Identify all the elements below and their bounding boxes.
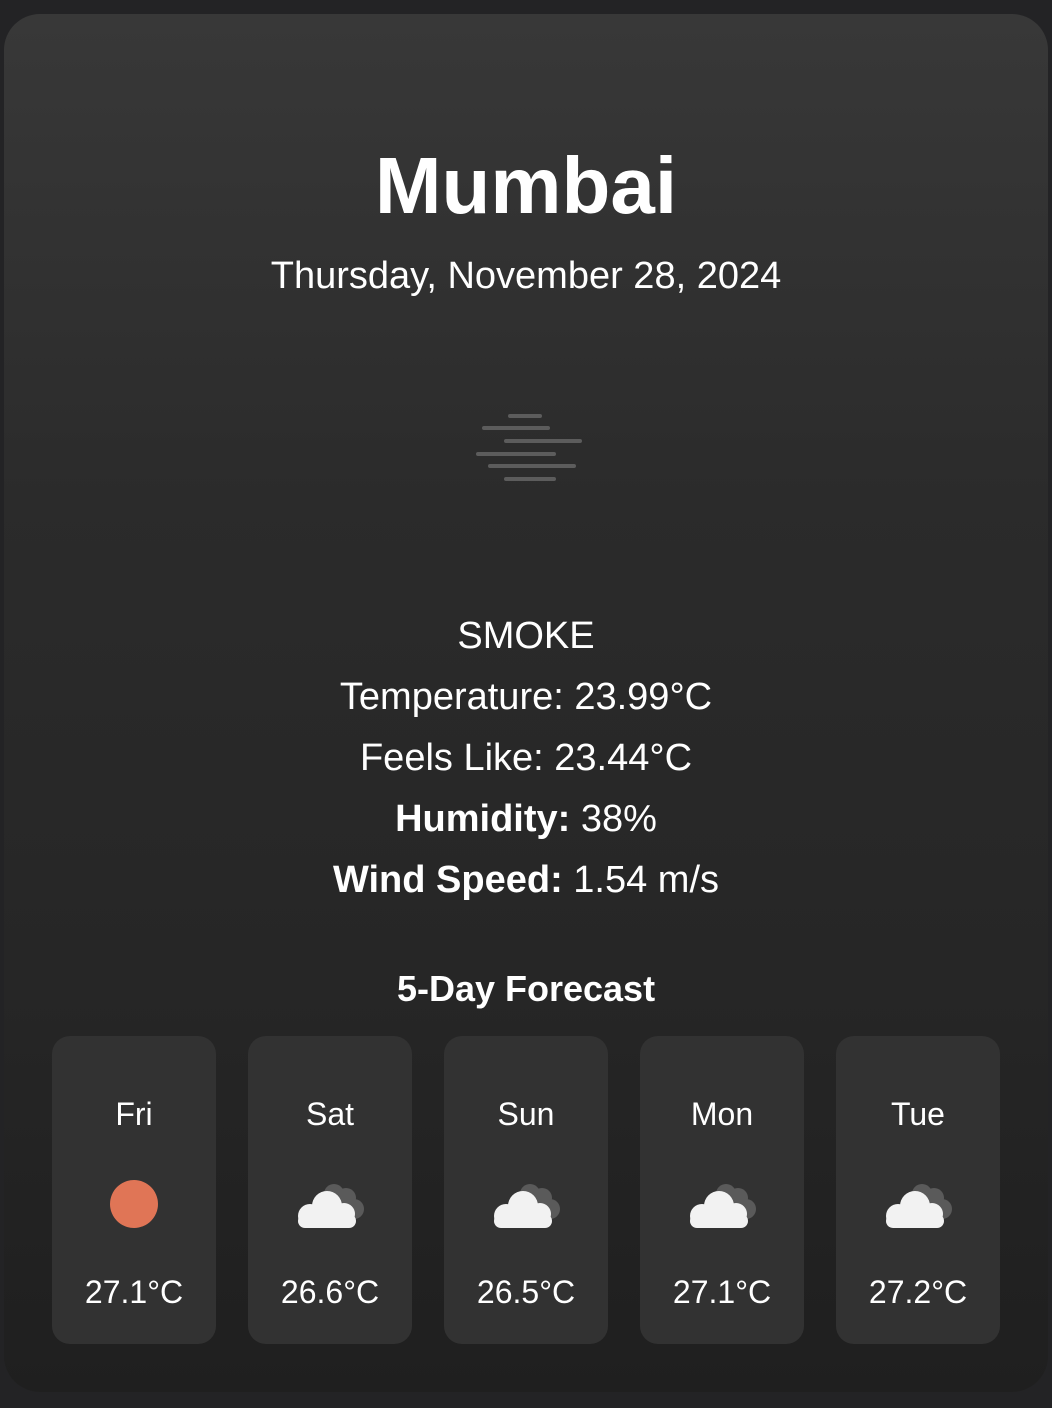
forecast-temp: 27.1°C	[84, 1274, 184, 1310]
cloud-icon	[298, 1184, 364, 1228]
forecast-temp: 27.1°C	[672, 1274, 772, 1310]
weather-card: Mumbai Thursday, November 28, 2024 SMOKE…	[4, 14, 1048, 1392]
wind-speed-row: Wind Speed: 1.54 m/s	[4, 850, 1048, 911]
cloud-icon	[494, 1184, 560, 1228]
temperature-text: Temperature: 23.99°C	[339, 676, 713, 718]
forecast-day: Fri	[115, 1096, 153, 1132]
wind-speed-value: 1.54 m/s	[562, 859, 720, 901]
humidity-label: Humidity:	[395, 798, 571, 840]
current-date: Thursday, November 28, 2024	[270, 255, 782, 297]
forecast-card-fri: Fri 27.1°C	[52, 1036, 216, 1344]
forecast-temp: 27.2°C	[868, 1274, 968, 1310]
cloud-icon	[886, 1184, 952, 1228]
forecast-title: 5-Day Forecast	[396, 968, 656, 1009]
smoke-icon	[476, 414, 582, 481]
forecast-card-tue: Tue 27.2°C	[836, 1036, 1000, 1344]
forecast-temp: 26.6°C	[280, 1274, 380, 1310]
cloud-icon	[690, 1184, 756, 1228]
humidity-row: Humidity: 38%	[4, 789, 1048, 850]
forecast-card-sun: Sun 26.5°C	[444, 1036, 608, 1344]
humidity-value: 38%	[570, 798, 657, 840]
current-details: SMOKE Temperature: 23.99°C Feels Like: 2…	[4, 606, 1048, 911]
forecast-day: Tue	[891, 1096, 945, 1132]
condition-text: SMOKE	[457, 615, 595, 657]
forecast-day: Sat	[305, 1096, 355, 1132]
sun-icon	[110, 1180, 158, 1228]
forecast-card-sat: Sat 26.6°C	[248, 1036, 412, 1344]
forecast-card-mon: Mon 27.1°C	[640, 1036, 804, 1344]
feels-like-text: Feels Like: 23.44°C	[359, 737, 693, 779]
forecast-list: Fri 27.1°C Sat 26.6°C Sun 26.5°C Mon 27.…	[52, 1036, 1000, 1344]
wind-speed-label: Wind Speed:	[332, 859, 563, 901]
forecast-day: Mon	[690, 1096, 754, 1132]
forecast-day: Sun	[497, 1096, 555, 1132]
forecast-temp: 26.5°C	[476, 1274, 576, 1310]
city-name: Mumbai	[374, 141, 678, 230]
